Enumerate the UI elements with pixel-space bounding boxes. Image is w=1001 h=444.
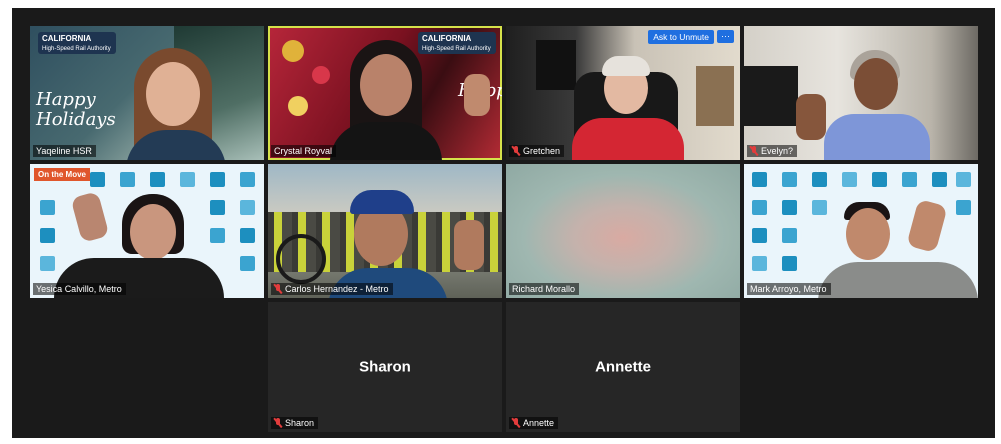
ask-to-unmute-button[interactable]: Ask to Unmute	[648, 30, 714, 44]
video-tile-crystal[interactable]: CALIFORNIAHigh-Speed Rail Authority Happ…	[268, 26, 502, 160]
name-tag: Yesica Calvillo, Metro	[33, 283, 126, 295]
video-tile-evelyn[interactable]: Evelyn?	[744, 26, 978, 160]
raised-hand	[796, 94, 826, 140]
video-tile-richard[interactable]: Richard Morallo	[506, 164, 740, 298]
participant-face	[846, 208, 890, 260]
video-tile-sharon[interactable]: Sharon Sharon	[268, 302, 502, 432]
on-the-move-badge: On the Move	[34, 168, 91, 181]
bookshelf	[696, 66, 734, 126]
tv-screen	[744, 66, 798, 126]
participant-body	[818, 262, 978, 298]
participant-hair	[602, 56, 650, 76]
name-tag: Gretchen	[509, 145, 565, 157]
name-tag: Annette	[509, 417, 559, 429]
video-tile-yaqeline[interactable]: CALIFORNIA High-Speed Rail Authority Happ…	[30, 26, 264, 160]
video-gallery: CALIFORNIA High-Speed Rail Authority Happ…	[12, 8, 995, 438]
name-tag: Richard Morallo	[509, 283, 580, 295]
video-tile-carlos[interactable]: Carlos Hernandez - Metro	[268, 164, 502, 298]
participant-body	[824, 114, 930, 160]
raised-hand	[454, 220, 484, 270]
muted-mic-icon	[512, 418, 520, 428]
participant-body	[330, 122, 442, 160]
video-tile-gretchen[interactable]: Ask to Unmute ··· Gretchen	[506, 26, 740, 160]
name-tag: Sharon	[271, 417, 319, 429]
ornament	[282, 40, 304, 62]
camera-off-name: Sharon	[359, 358, 411, 376]
background-greeting: Happy Holidays	[36, 89, 116, 130]
muted-mic-icon	[512, 146, 520, 156]
la-cap	[350, 190, 414, 214]
bike-wheel	[276, 234, 326, 284]
raised-hand	[464, 74, 490, 116]
monitor	[536, 40, 576, 90]
name-tag: Mark Arroyo, Metro	[747, 283, 831, 295]
muted-mic-icon	[274, 418, 282, 428]
ca-hsr-logo: CALIFORNIA High-Speed Rail Authority	[38, 32, 116, 54]
name-tag: Yaqeline HSR	[33, 145, 96, 157]
ca-hsr-logo: CALIFORNIA High-Speed Rail Authority	[418, 32, 496, 54]
muted-mic-icon	[750, 146, 758, 156]
camera-off-name: Annette	[595, 358, 651, 376]
ornament	[312, 66, 330, 84]
video-tile-annette[interactable]: Annette Annette	[506, 302, 740, 432]
ornament	[288, 96, 308, 116]
participant-face	[854, 58, 898, 110]
name-tag: Crystal Royval	[271, 145, 337, 157]
name-tag: Evelyn?	[747, 145, 798, 157]
muted-mic-icon	[274, 284, 282, 294]
video-tile-mark[interactable]: Mark Arroyo, Metro	[744, 164, 978, 298]
participant-face-overlay	[146, 62, 200, 126]
name-tag: Carlos Hernandez - Metro	[271, 283, 393, 295]
participant-face	[360, 54, 412, 116]
participant-body	[572, 118, 684, 160]
video-tile-yesica[interactable]: On the Move Yesica Calvillo, Metro	[30, 164, 264, 298]
more-options-button[interactable]: ···	[717, 30, 734, 43]
participant-face	[130, 204, 176, 260]
